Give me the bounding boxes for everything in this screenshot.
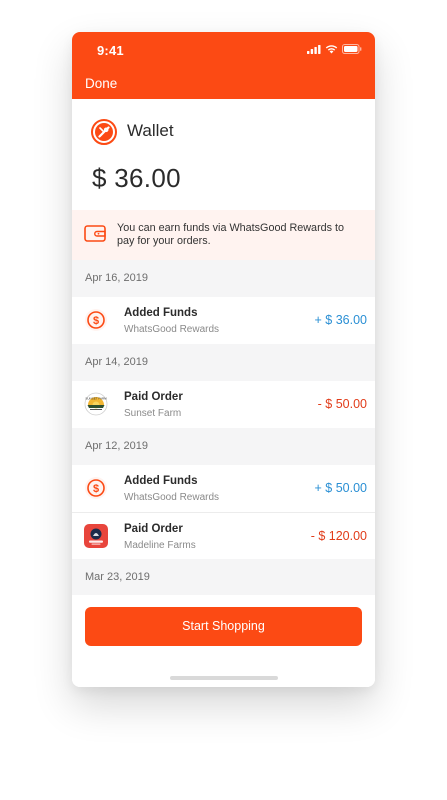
top-bar: 9:41 Done xyxy=(72,32,375,99)
date-header: Mar 23, 2019 xyxy=(72,559,375,596)
done-button[interactable]: Done xyxy=(85,76,117,91)
transaction-name: Paid Order xyxy=(124,523,183,535)
wallet-header: Wallet $ 36.00 xyxy=(72,99,375,210)
transaction-row[interactable]: $ Added Funds WhatsGood Rewards + $ 36.0… xyxy=(72,297,375,344)
dollar-coin-icon: $ xyxy=(85,309,107,331)
transaction-source: WhatsGood Rewards xyxy=(124,492,220,503)
date-header: Apr 16, 2019 xyxy=(72,260,375,297)
transaction-row[interactable]: $ Added Funds WhatsGood Rewards + $ 50.0… xyxy=(72,465,375,512)
transaction-name: Paid Order xyxy=(124,391,183,403)
cellular-signal-icon xyxy=(307,44,321,54)
transaction-source: Madeline Farms xyxy=(124,540,196,551)
home-indicator xyxy=(170,676,278,680)
transaction-amount: + $ 36.00 xyxy=(314,313,367,327)
date-header: Apr 14, 2019 xyxy=(72,344,375,381)
transaction-row[interactable]: SUNSET FARM Paid Order Sunset Farm - $ 5… xyxy=(72,381,375,428)
wallet-card-icon xyxy=(84,225,106,242)
dollar-coin-icon: $ xyxy=(85,477,107,499)
status-icons xyxy=(307,44,362,54)
transaction-name: Added Funds xyxy=(124,475,198,487)
wallet-title: Wallet xyxy=(127,121,174,140)
transaction-amount: + $ 50.00 xyxy=(314,481,367,495)
battery-icon xyxy=(342,44,362,54)
footer: Start Shopping xyxy=(72,595,375,687)
transaction-row[interactable]: Paid Order Madeline Farms - $ 120.00 xyxy=(72,512,375,559)
whatsgood-logo-icon xyxy=(91,119,117,145)
date-header: Apr 12, 2019 xyxy=(72,428,375,465)
start-shopping-button[interactable]: Start Shopping xyxy=(85,607,362,646)
svg-text:$: $ xyxy=(93,483,99,495)
transaction-name: Added Funds xyxy=(124,307,198,319)
svg-text:SUNSET FARM: SUNSET FARM xyxy=(85,397,107,401)
wallet-balance: $ 36.00 xyxy=(92,163,181,193)
phone-screen: 9:41 Done Wallet $ 36.00 You can earn fu… xyxy=(72,32,375,687)
transaction-amount: - $ 50.00 xyxy=(317,397,367,411)
madeline-farms-logo xyxy=(84,524,108,548)
transaction-source: Sunset Farm xyxy=(124,408,182,419)
transaction-source: WhatsGood Rewards xyxy=(124,324,220,335)
rewards-notice: You can earn funds via WhatsGood Rewards… xyxy=(72,210,375,260)
wifi-icon xyxy=(325,45,338,54)
rewards-notice-text: You can earn funds via WhatsGood Rewards… xyxy=(117,222,345,247)
sunset-farm-logo: SUNSET FARM xyxy=(84,392,108,416)
svg-text:$: $ xyxy=(93,315,99,327)
transaction-amount: - $ 120.00 xyxy=(310,529,367,543)
status-time: 9:41 xyxy=(97,43,124,58)
